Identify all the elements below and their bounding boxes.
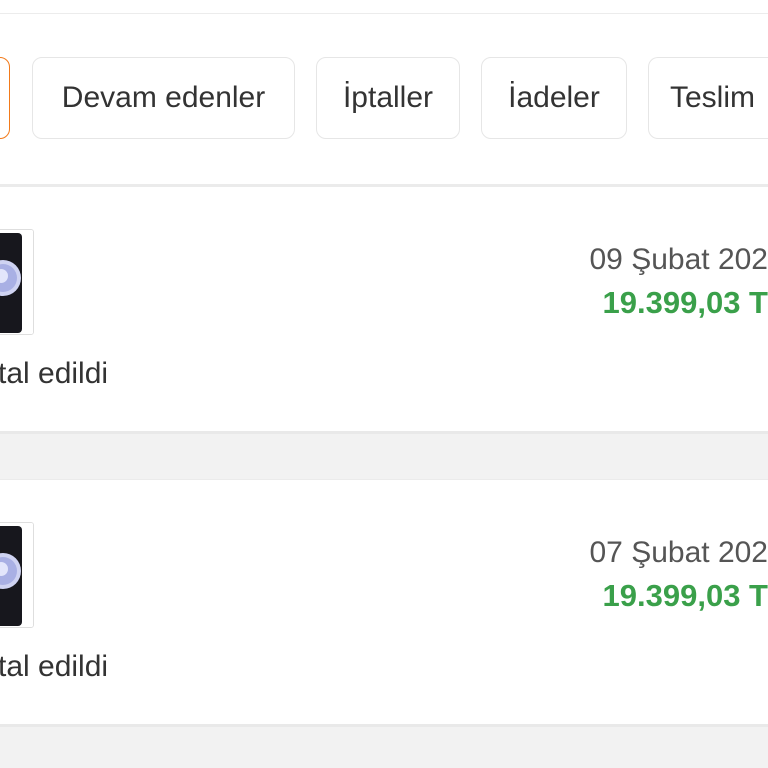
filter-bar: Devam edenler İptaller İadeler Teslim	[0, 0, 768, 186]
order-price: 19.399,03 T	[602, 285, 768, 320]
order-card[interactable]: tal edildi 09 Şubat 202 19.399,03 T	[0, 186, 768, 434]
tab-cancellations[interactable]: İptaller	[316, 57, 460, 139]
tab-in-progress[interactable]: Devam edenler	[32, 57, 295, 139]
tab-label: Teslim	[670, 81, 756, 114]
order-date: 09 Şubat 202	[589, 243, 768, 276]
divider	[0, 13, 768, 14]
order-status: tal edildi	[0, 357, 109, 390]
phone-icon	[0, 522, 34, 628]
order-date: 07 Şubat 202	[589, 536, 768, 569]
tab-label: Devam edenler	[61, 81, 266, 114]
order-card[interactable]: tal edildi 07 Şubat 202 19.399,03 T	[0, 479, 768, 727]
tab-returns[interactable]: İadeler	[481, 57, 627, 139]
tab-delivered[interactable]: Teslim	[648, 57, 768, 139]
order-status: tal edildi	[0, 650, 109, 683]
tab-label: İptaller	[342, 81, 434, 114]
order-price: 19.399,03 T	[602, 578, 768, 613]
tab-all-orders[interactable]	[0, 57, 10, 139]
tab-label: İadeler	[508, 81, 600, 114]
phone-icon	[0, 229, 34, 335]
